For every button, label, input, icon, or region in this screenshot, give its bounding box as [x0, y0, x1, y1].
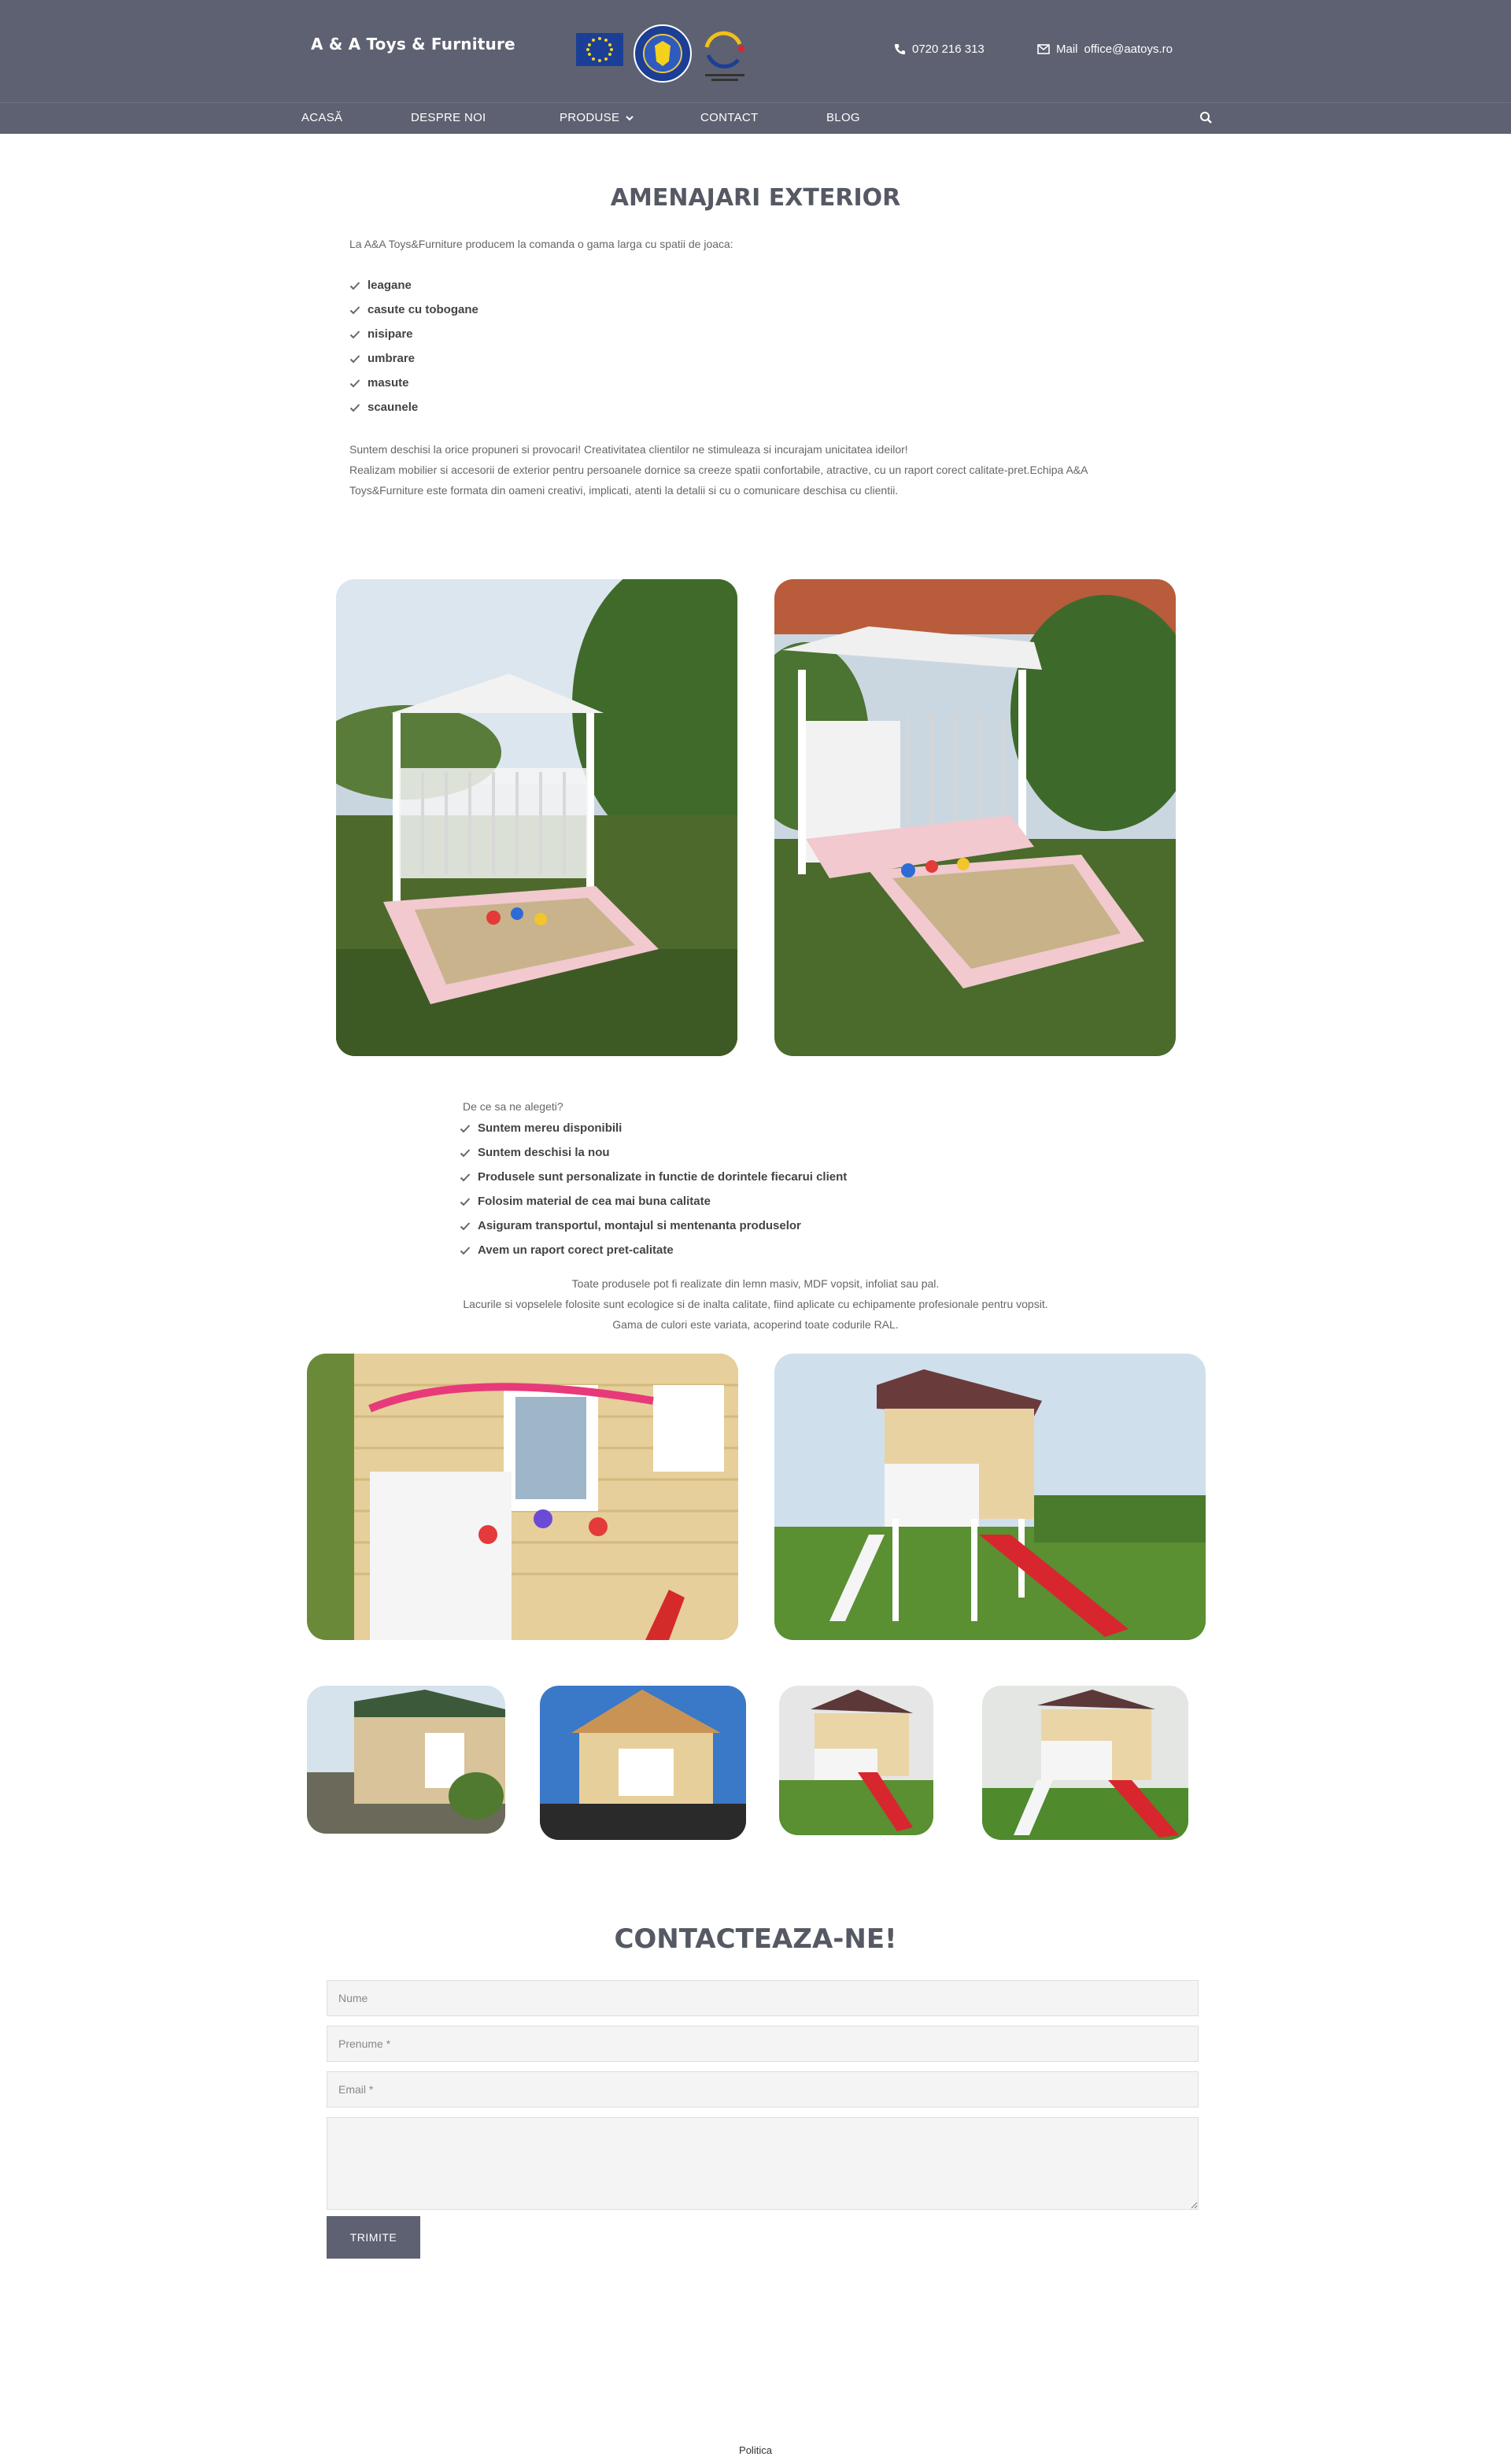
list-item-label: scaunele [368, 401, 419, 414]
list-item: umbrare [349, 346, 478, 371]
nav-item-label: BLOG [826, 111, 860, 124]
paragraph-line: Toys&Furniture este formata din oameni c… [349, 484, 899, 497]
nav-item-home[interactable]: ACASĂ [301, 111, 342, 124]
check-icon [460, 1246, 471, 1254]
playhouse-photo-1[interactable] [307, 1354, 738, 1640]
paragraph-line: Suntem deschisi la orice propuneri si pr… [349, 443, 908, 456]
submit-button[interactable]: TRIMITE [327, 2216, 420, 2259]
list-item: Suntem deschisi la nou [460, 1140, 847, 1165]
nav-item-label: ACASĂ [301, 111, 343, 124]
chevron-down-icon [626, 115, 634, 120]
policy-link[interactable]: Politica [0, 2444, 1511, 2456]
nav-item-contact[interactable]: CONTACT [700, 111, 758, 124]
name-field[interactable] [327, 1980, 1199, 2016]
list-item: Produsele sunt personalizate in functie … [460, 1165, 847, 1189]
list-item-label: Folosim material de cea mai buna calitat… [478, 1195, 711, 1208]
list-item-label: leagane [368, 279, 412, 292]
list-item-label: Suntem mereu disponibili [478, 1121, 623, 1135]
sandbox-photo-1[interactable] [336, 579, 737, 1056]
paragraph-line: Realizam mobilier si accesorii de exteri… [349, 464, 1088, 476]
playhouse-thumbnail-3[interactable] [779, 1686, 933, 1835]
check-icon [349, 379, 360, 387]
eu-funding-logos [576, 24, 744, 83]
materials-note: Toate produsele pot fi realizate din lem… [0, 1273, 1511, 1335]
check-icon [349, 330, 360, 338]
reasons-list: Suntem mereu disponibili Suntem deschisi… [460, 1116, 847, 1262]
email-field[interactable] [327, 2071, 1199, 2108]
check-icon [460, 1221, 471, 1230]
phone-number: 0720 216 313 [912, 42, 985, 56]
mail-contact[interactable]: Mail office@aatoys.ro [1037, 42, 1173, 56]
playhouse-thumbnail-4[interactable] [982, 1686, 1188, 1840]
check-icon [460, 1173, 471, 1181]
list-item: Avem un raport corect pret-calitate [460, 1238, 847, 1262]
list-item-label: Produsele sunt personalizate in functie … [478, 1170, 848, 1184]
message-field[interactable] [327, 2117, 1199, 2210]
brand-logo[interactable]: A & A Toys & Furniture [311, 35, 515, 54]
sandbox-photo-2[interactable] [774, 579, 1176, 1056]
intro-text: La A&A Toys&Furniture producem la comand… [349, 238, 733, 250]
check-icon [460, 1148, 471, 1157]
list-item: Asiguram transportul, montajul si menten… [460, 1214, 847, 1238]
check-icon [349, 305, 360, 314]
playhouse-thumbnail-2[interactable] [540, 1686, 746, 1840]
playhouse-thumbnail-1[interactable] [307, 1686, 505, 1834]
product-list: leagane casute cu tobogane nisipare umbr… [349, 273, 478, 419]
list-item-label: masute [368, 376, 409, 390]
government-seal-icon [634, 24, 692, 83]
check-icon [349, 354, 360, 363]
search-icon[interactable] [1198, 109, 1215, 127]
nav-item-label: PRODUSE [560, 111, 620, 124]
nav-item-products[interactable]: PRODUSE [560, 111, 634, 124]
contact-title: CONTACTEAZA-NE! [614, 1923, 897, 1955]
list-item-label: nisipare [368, 327, 413, 341]
description-paragraph: Suntem deschisi la orice propuneri si pr… [349, 439, 1184, 501]
list-item-label: Asiguram transportul, montajul si menten… [478, 1219, 801, 1232]
nav-item-label: DESPRE NOI [411, 111, 486, 124]
eu-flag-icon [576, 33, 623, 66]
list-item: casute cu tobogane [349, 297, 478, 322]
surname-field[interactable] [327, 2026, 1199, 2062]
note-line: Lacurile si vopselele folosite sunt ecol… [463, 1298, 1048, 1310]
check-icon [349, 281, 360, 290]
note-line: Toate produsele pot fi realizate din lem… [571, 1277, 940, 1290]
main-navigation: ACASĂ DESPRE NOI PRODUSE CONTACT BLOG [0, 102, 1511, 134]
page-title: AMENAJARI EXTERIOR [610, 184, 901, 212]
regional-program-icon [704, 31, 744, 81]
mail-icon [1037, 44, 1050, 54]
list-item-label: Suntem deschisi la nou [478, 1146, 610, 1159]
list-item-label: umbrare [368, 352, 416, 365]
why-title: De ce sa ne alegeti? [463, 1100, 563, 1113]
list-item: Folosim material de cea mai buna calitat… [460, 1189, 847, 1214]
list-item: masute [349, 371, 478, 395]
playhouse-photo-2[interactable] [774, 1354, 1206, 1640]
list-item: Suntem mereu disponibili [460, 1116, 847, 1140]
list-item-label: casute cu tobogane [368, 303, 478, 316]
site-header: A & A Toys & Furniture 0720 216 313 Mail… [0, 0, 1511, 134]
list-item: scaunele [349, 395, 478, 419]
nav-item-blog[interactable]: BLOG [826, 111, 860, 124]
note-line: Gama de culori este variata, acoperind t… [612, 1318, 899, 1331]
nav-item-about[interactable]: DESPRE NOI [411, 111, 486, 124]
mail-address: office@aatoys.ro [1084, 42, 1173, 56]
check-icon [460, 1124, 471, 1132]
check-icon [349, 403, 360, 412]
list-item-label: Avem un raport corect pret-calitate [478, 1243, 674, 1257]
list-item: leagane [349, 273, 478, 297]
nav-item-label: CONTACT [700, 111, 759, 124]
phone-icon [894, 43, 906, 55]
phone-contact[interactable]: 0720 216 313 [894, 42, 985, 56]
mail-label: Mail [1056, 42, 1078, 56]
list-item: nisipare [349, 322, 478, 346]
check-icon [460, 1197, 471, 1206]
